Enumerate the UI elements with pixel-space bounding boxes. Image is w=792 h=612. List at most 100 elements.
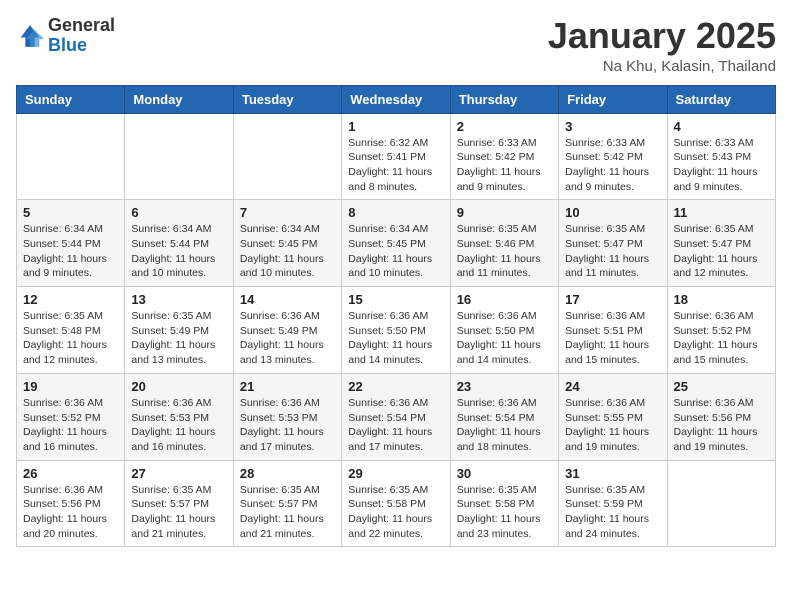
day-number: 2 [457,119,552,134]
day-number: 27 [131,466,226,481]
calendar: SundayMondayTuesdayWednesdayThursdayFrid… [16,85,776,548]
day-info: Sunrise: 6:35 AMSunset: 5:59 PMDaylight:… [565,483,660,542]
weekday-header-row: SundayMondayTuesdayWednesdayThursdayFrid… [17,85,776,113]
day-info: Sunrise: 6:32 AMSunset: 5:41 PMDaylight:… [348,136,443,195]
day-number: 24 [565,379,660,394]
page-header: General Blue January 2025 Na Khu, Kalasi… [16,16,776,75]
day-number: 5 [23,205,118,220]
calendar-cell: 29 Sunrise: 6:35 AMSunset: 5:58 PMDayligh… [342,460,450,547]
calendar-cell: 28Sunrise: 6:35 AMSunset: 5:57 PMDayligh… [233,460,341,547]
calendar-cell: 23Sunrise: 6:36 AMSunset: 5:54 PMDayligh… [450,373,558,460]
day-number: 13 [131,292,226,307]
calendar-cell: 14 Sunrise: 6:36 AMSunset: 5:49 PMDayligh… [233,287,341,374]
day-info: Sunrise: 6:36 AMSunset: 5:54 PMDaylight:… [348,396,443,455]
day-info: Sunrise: 6:36 AMSunset: 5:52 PMDaylight:… [674,309,769,368]
day-number: 12 [23,292,118,307]
day-number: 30 [457,466,552,481]
calendar-cell: 5 Sunrise: 6:34 AMSunset: 5:44 PMDaylight… [17,200,125,287]
location: Na Khu, Kalasin, Thailand [548,58,776,75]
day-info: Sunrise: 6:36 AMSunset: 5:52 PMDaylight:… [23,396,118,455]
weekday-header-tuesday: Tuesday [233,85,341,113]
day-info: Sunrise: 6:36 AMSunset: 5:51 PMDaylight:… [565,309,660,368]
weekday-header-saturday: Saturday [667,85,775,113]
logo-general: General [48,15,115,35]
day-info: Sunrise: 6:35 AMSunset: 5:58 PMDaylight:… [348,483,443,542]
day-number: 19 [23,379,118,394]
day-number: 25 [674,379,769,394]
day-info: Sunrise: 6:36 AMSunset: 5:54 PMDaylight:… [457,396,552,455]
weekday-header-friday: Friday [559,85,667,113]
calendar-cell: 31 Sunrise: 6:35 AMSunset: 5:59 PMDayligh… [559,460,667,547]
day-number: 6 [131,205,226,220]
day-number: 29 [348,466,443,481]
calendar-cell: 24 Sunrise: 6:36 AMSunset: 5:55 PMDayligh… [559,373,667,460]
day-info: Sunrise: 6:34 AMSunset: 5:44 PMDaylight:… [23,222,118,281]
calendar-cell: 13 Sunrise: 6:35 AMSunset: 5:49 PMDayligh… [125,287,233,374]
calendar-cell: 3Sunrise: 6:33 AMSunset: 5:42 PMDaylight… [559,113,667,200]
day-info: Sunrise: 6:35 AMSunset: 5:47 PMDaylight:… [565,222,660,281]
day-info: Sunrise: 6:35 AMSunset: 5:48 PMDaylight:… [23,309,118,368]
weekday-header-wednesday: Wednesday [342,85,450,113]
day-info: Sunrise: 6:36 AMSunset: 5:49 PMDaylight:… [240,309,335,368]
day-info: Sunrise: 6:35 AMSunset: 5:57 PMDaylight:… [131,483,226,542]
day-number: 8 [348,205,443,220]
calendar-cell: 27 Sunrise: 6:35 AMSunset: 5:57 PMDayligh… [125,460,233,547]
title-block: January 2025 Na Khu, Kalasin, Thailand [548,16,776,75]
weekday-header-monday: Monday [125,85,233,113]
day-number: 1 [348,119,443,134]
calendar-cell: 9Sunrise: 6:35 AMSunset: 5:46 PMDaylight… [450,200,558,287]
day-info: Sunrise: 6:36 AMSunset: 5:50 PMDaylight:… [457,309,552,368]
weekday-header-thursday: Thursday [450,85,558,113]
calendar-cell: 19 Sunrise: 6:36 AMSunset: 5:52 PMDayligh… [17,373,125,460]
calendar-cell: 21Sunrise: 6:36 AMSunset: 5:53 PMDayligh… [233,373,341,460]
day-info: Sunrise: 6:33 AMSunset: 5:42 PMDaylight:… [457,136,552,195]
logo-text: General Blue [48,16,115,56]
day-info: Sunrise: 6:36 AMSunset: 5:56 PMDaylight:… [674,396,769,455]
calendar-week-3: 12 Sunrise: 6:35 AMSunset: 5:48 PMDayligh… [17,287,776,374]
calendar-week-4: 19 Sunrise: 6:36 AMSunset: 5:52 PMDayligh… [17,373,776,460]
calendar-cell: 20 Sunrise: 6:36 AMSunset: 5:53 PMDayligh… [125,373,233,460]
calendar-cell: 1 Sunrise: 6:32 AMSunset: 5:41 PMDaylight… [342,113,450,200]
calendar-week-1: 1 Sunrise: 6:32 AMSunset: 5:41 PMDaylight… [17,113,776,200]
day-number: 17 [565,292,660,307]
day-number: 11 [674,205,769,220]
day-number: 26 [23,466,118,481]
calendar-cell: 4Sunrise: 6:33 AMSunset: 5:43 PMDaylight… [667,113,775,200]
day-info: Sunrise: 6:35 AMSunset: 5:47 PMDaylight:… [674,222,769,281]
weekday-header-sunday: Sunday [17,85,125,113]
day-number: 31 [565,466,660,481]
calendar-cell: 16 Sunrise: 6:36 AMSunset: 5:50 PMDayligh… [450,287,558,374]
calendar-cell [233,113,341,200]
calendar-cell: 18 Sunrise: 6:36 AMSunset: 5:52 PMDayligh… [667,287,775,374]
day-number: 14 [240,292,335,307]
calendar-cell: 7Sunrise: 6:34 AMSunset: 5:45 PMDaylight… [233,200,341,287]
day-number: 10 [565,205,660,220]
day-number: 16 [457,292,552,307]
logo-blue: Blue [48,35,87,55]
day-info: Sunrise: 6:33 AMSunset: 5:43 PMDaylight:… [674,136,769,195]
day-number: 20 [131,379,226,394]
day-info: Sunrise: 6:36 AMSunset: 5:55 PMDaylight:… [565,396,660,455]
calendar-cell: 10 Sunrise: 6:35 AMSunset: 5:47 PMDayligh… [559,200,667,287]
day-info: Sunrise: 6:34 AMSunset: 5:45 PMDaylight:… [348,222,443,281]
day-info: Sunrise: 6:34 AMSunset: 5:44 PMDaylight:… [131,222,226,281]
calendar-cell: 15Sunrise: 6:36 AMSunset: 5:50 PMDayligh… [342,287,450,374]
day-info: Sunrise: 6:35 AMSunset: 5:49 PMDaylight:… [131,309,226,368]
day-info: Sunrise: 6:35 AMSunset: 5:46 PMDaylight:… [457,222,552,281]
calendar-cell: 22 Sunrise: 6:36 AMSunset: 5:54 PMDayligh… [342,373,450,460]
logo-icon [16,22,44,50]
calendar-cell: 26Sunrise: 6:36 AMSunset: 5:56 PMDayligh… [17,460,125,547]
day-number: 18 [674,292,769,307]
day-number: 15 [348,292,443,307]
day-info: Sunrise: 6:36 AMSunset: 5:53 PMDaylight:… [131,396,226,455]
calendar-cell [667,460,775,547]
day-info: Sunrise: 6:33 AMSunset: 5:42 PMDaylight:… [565,136,660,195]
calendar-cell [17,113,125,200]
day-number: 22 [348,379,443,394]
calendar-week-5: 26Sunrise: 6:36 AMSunset: 5:56 PMDayligh… [17,460,776,547]
month-title: January 2025 [548,16,776,56]
day-info: Sunrise: 6:34 AMSunset: 5:45 PMDaylight:… [240,222,335,281]
calendar-cell: 2 Sunrise: 6:33 AMSunset: 5:42 PMDaylight… [450,113,558,200]
day-number: 28 [240,466,335,481]
day-info: Sunrise: 6:35 AMSunset: 5:58 PMDaylight:… [457,483,552,542]
